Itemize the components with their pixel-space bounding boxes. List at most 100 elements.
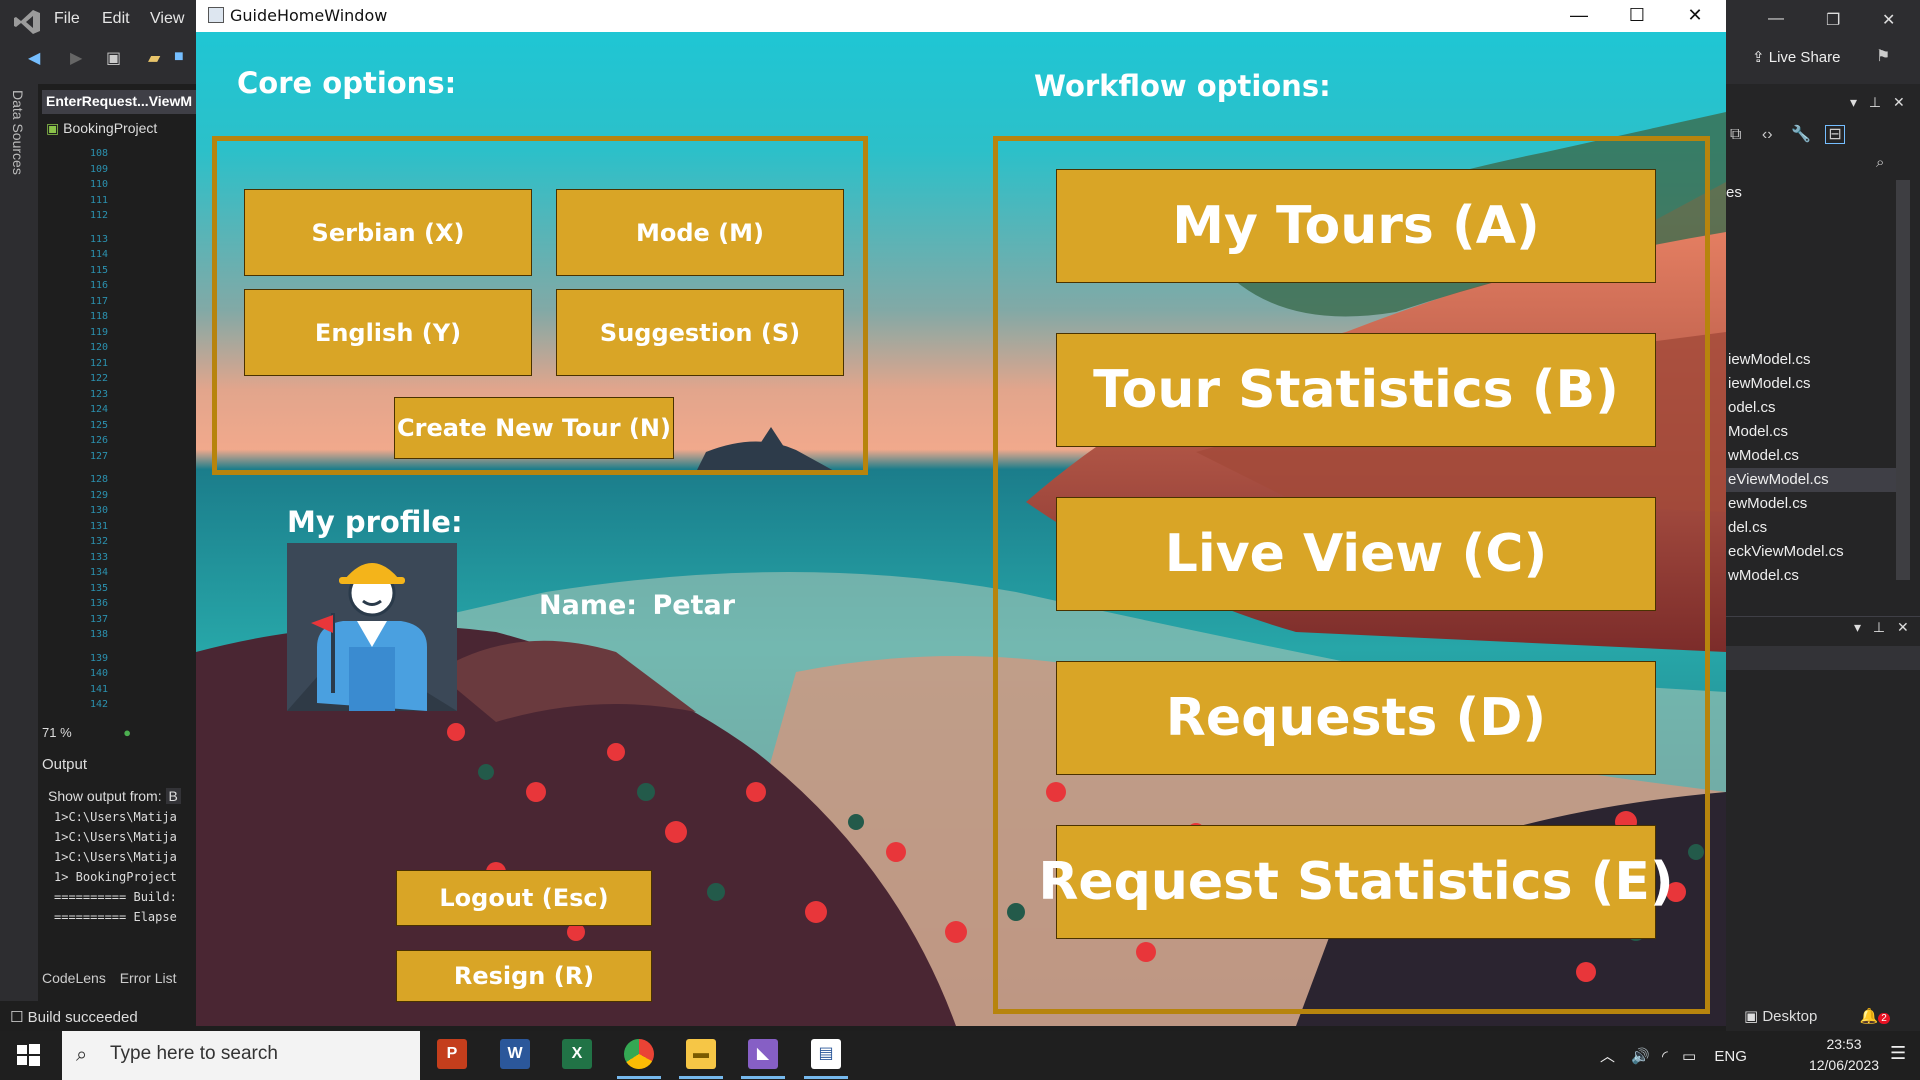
name-value: Petar [652, 590, 736, 621]
live-share-icon: ⇪ [1752, 49, 1769, 66]
output-source-select[interactable]: B [165, 788, 181, 804]
word-icon[interactable]: W [500, 1039, 530, 1069]
english-button[interactable]: English (Y) [244, 289, 532, 376]
taskbar-clock[interactable]: 23:53 12/06/2023 [1806, 1034, 1882, 1076]
live-share-button[interactable]: ⇪ Live Share [1752, 48, 1840, 66]
my-tours-button[interactable]: My Tours (A) [1056, 169, 1656, 283]
tab-error-list[interactable]: Error List [120, 970, 177, 986]
close-pane-icon[interactable]: ✕ [1897, 619, 1909, 635]
clock-date: 12/06/2023 [1808, 1057, 1880, 1073]
line-number: 135 [89, 582, 108, 594]
vs-minimize-icon[interactable]: — [1768, 10, 1784, 28]
notifications-icon[interactable]: 🔔 [1860, 1008, 1879, 1025]
taskbar-search-box[interactable]: Type here to search [62, 1031, 420, 1080]
dropdown-icon[interactable]: ▾ [1854, 619, 1861, 635]
menu-file[interactable]: File [54, 10, 80, 28]
live-view-button[interactable]: Live View (C) [1056, 497, 1656, 611]
open-folder-icon[interactable]: ▰ [148, 48, 168, 68]
tab-codelens[interactable]: CodeLens [42, 970, 106, 986]
solution-file-item[interactable]: Model.cs [1726, 420, 1896, 444]
sync-icon[interactable]: ⧉ [1730, 126, 1741, 143]
solution-file-item[interactable]: odel.cs [1726, 396, 1896, 420]
menu-edit[interactable]: Edit [102, 10, 130, 28]
document-tab[interactable]: EnterRequest...ViewM [42, 90, 196, 114]
save-icon[interactable]: ■ [174, 48, 194, 68]
build-status-text: Build succeeded [27, 1009, 138, 1026]
pin-icon[interactable]: ⊥ [1873, 619, 1885, 635]
windows-start-icon[interactable] [14, 1041, 42, 1069]
create-new-tour-button[interactable]: Create New Tour (N) [394, 397, 674, 459]
line-number: 113 [89, 233, 108, 245]
output-line: ========== Build: [54, 890, 177, 904]
maximize-icon[interactable]: ☐ [1608, 0, 1666, 32]
target-platform[interactable]: Desktop [1762, 1008, 1817, 1025]
powerpoint-icon[interactable]: P [437, 1039, 467, 1069]
navigate-back-icon[interactable]: ◀ [28, 48, 48, 68]
line-number: 110 [89, 179, 108, 190]
line-number: 109 [89, 163, 108, 175]
new-project-icon[interactable]: ▣ [106, 48, 126, 68]
solution-scrollbar[interactable] [1896, 180, 1910, 580]
battery-icon[interactable]: ▭ [1682, 1048, 1696, 1065]
serbian-button[interactable]: Serbian (X) [244, 189, 532, 276]
output-line: ========== Elapse [54, 910, 177, 924]
minimize-icon[interactable]: — [1550, 0, 1608, 32]
vs-restore-icon[interactable]: ❐ [1826, 10, 1840, 30]
solution-file-item[interactable]: wModel.cs [1726, 444, 1896, 468]
tray-icons: ︿ 🔊 ◜ ▭ ENG [1600, 1045, 1747, 1066]
wpf-window-taskbar-icon[interactable]: ▤ [811, 1039, 841, 1069]
wifi-icon[interactable]: ◜ [1662, 1048, 1668, 1065]
excel-icon[interactable]: X [562, 1039, 592, 1069]
data-sources-tab[interactable]: Data Sources [10, 90, 26, 175]
chrome-running-indicator [617, 1076, 661, 1079]
line-number: 115 [89, 264, 108, 276]
solution-file-item[interactable]: wModel.cs [1726, 564, 1896, 588]
solution-file-item[interactable]: del.cs [1726, 516, 1896, 540]
solution-file-item[interactable]: ewModel.cs [1726, 492, 1896, 516]
file-explorer-icon[interactable]: ▬ [686, 1039, 716, 1069]
code-icon[interactable]: ‹› [1762, 126, 1773, 143]
requests-button[interactable]: Requests (D) [1056, 661, 1656, 775]
close-pane-icon[interactable]: ✕ [1893, 94, 1905, 110]
resign-button[interactable]: Resign (R) [396, 950, 652, 1002]
solution-file-item[interactable]: eViewModel.cs [1726, 468, 1896, 492]
line-number: 128 [89, 474, 108, 485]
request-statistics-button[interactable]: Request Statistics (E) [1038, 825, 1674, 939]
visual-studio-taskbar-icon[interactable]: ◣ [748, 1039, 778, 1069]
pin-icon[interactable]: ⊥ [1869, 94, 1881, 110]
profile-name-row: Name: Petar [539, 590, 735, 621]
volume-icon[interactable]: 🔊 [1631, 1048, 1650, 1065]
tour-statistics-button[interactable]: Tour Statistics (B) [1056, 333, 1656, 447]
dropdown-icon[interactable]: ▾ [1850, 94, 1857, 110]
action-center-icon[interactable]: ☰ [1890, 1043, 1906, 1064]
window-title: GuideHomeWindow [230, 6, 388, 25]
solution-file-item[interactable]: iewModel.cs [1726, 372, 1896, 396]
search-icon: ⌕ [76, 1044, 88, 1066]
navigate-forward-icon[interactable]: ▶ [70, 48, 90, 68]
mode-button[interactable]: Mode (M) [556, 189, 844, 276]
suggestion-button[interactable]: Suggestion (S) [556, 289, 844, 376]
menu-view[interactable]: View [150, 10, 184, 28]
zoom-level[interactable]: 71 % ● [42, 725, 196, 745]
show-hidden-icons-icon[interactable]: ︿ [1600, 1048, 1615, 1065]
window-title-bar[interactable]: GuideHomeWindow — ☐ ✕ [196, 0, 1726, 32]
solution-file-item[interactable]: iewModel.cs [1726, 348, 1896, 372]
logout-button[interactable]: Logout (Esc) [396, 870, 652, 926]
output-line: 1>C:\Users\Matija [54, 850, 177, 864]
search-solution-icon[interactable]: ⌕ [1876, 154, 1884, 171]
properties-wrench-icon[interactable]: 🔧 [1791, 126, 1811, 143]
project-selector[interactable]: ▣ BookingProject [42, 118, 196, 140]
vs-close-icon[interactable]: ✕ [1882, 10, 1895, 30]
preview-icon[interactable]: ⊟ [1825, 125, 1845, 144]
properties-pane-header: ▾ ⊥ ✕ [1726, 616, 1920, 638]
line-number: 132 [89, 536, 108, 547]
feedback-icon[interactable]: ⚑ [1876, 46, 1890, 66]
solution-file-item[interactable]: eckViewModel.cs [1726, 540, 1896, 564]
chrome-icon[interactable] [624, 1039, 654, 1069]
properties-object-select[interactable] [1726, 646, 1920, 670]
solution-partial-item[interactable]: es [1726, 184, 1742, 201]
output-line: 1>C:\Users\Matija [54, 830, 177, 844]
line-number: 142 [89, 699, 108, 710]
language-indicator[interactable]: ENG [1714, 1048, 1747, 1065]
close-icon[interactable]: ✕ [1666, 0, 1724, 32]
